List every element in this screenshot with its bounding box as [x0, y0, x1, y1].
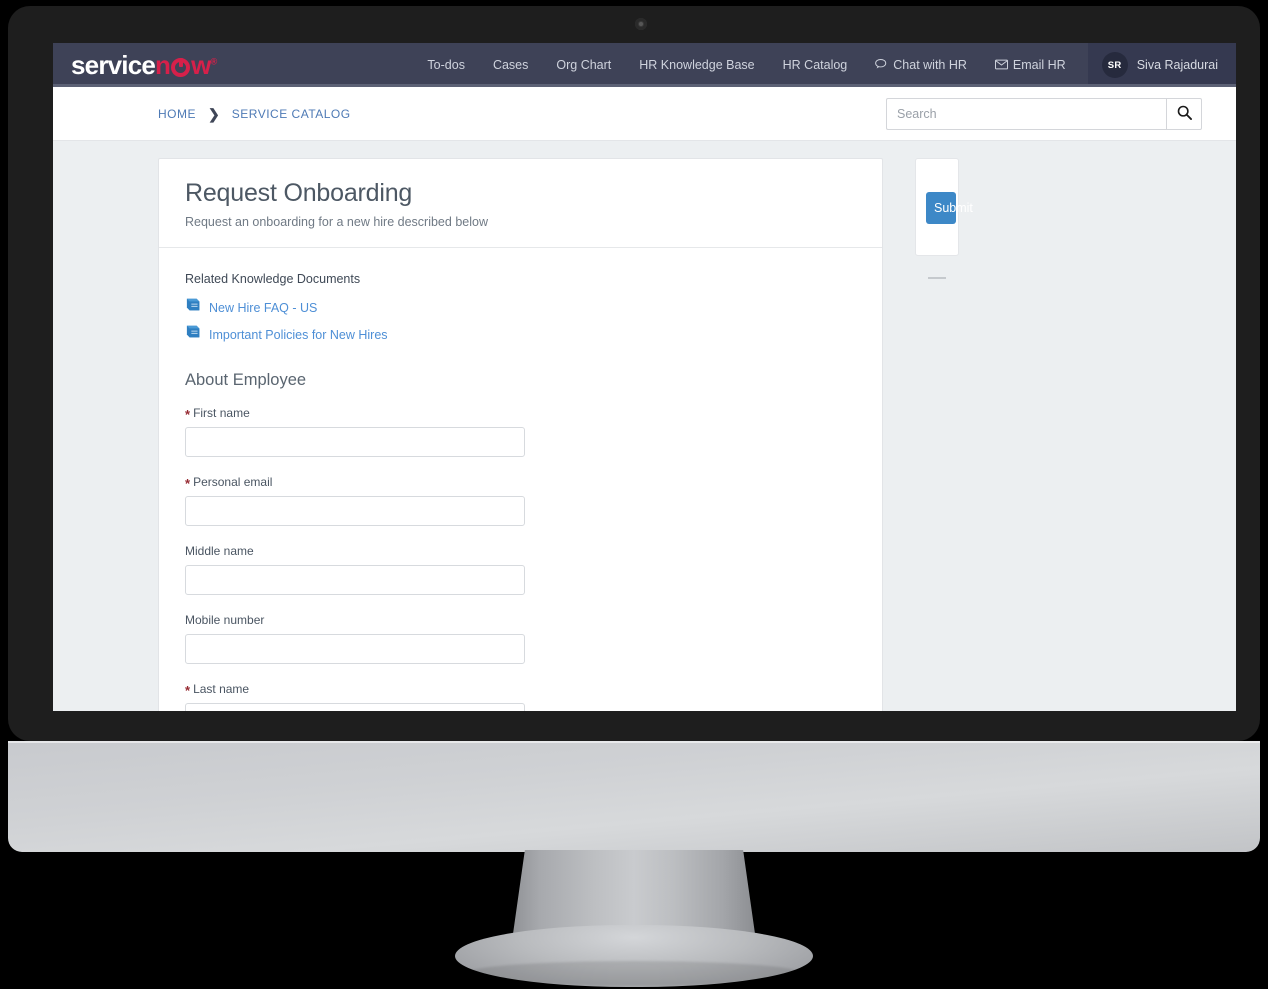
user-menu[interactable]: SR Siva Rajadurai	[1087, 43, 1236, 87]
form-sidebar: Submit	[915, 158, 973, 711]
field-first-name: * First name	[185, 406, 525, 457]
field-middle-name: Middle name	[185, 544, 525, 595]
logo-n-text: n	[155, 50, 171, 80]
mobile-number-input[interactable]	[185, 634, 525, 664]
chevron-right-icon: ❯	[208, 105, 220, 122]
first-name-input[interactable]	[185, 427, 525, 457]
app-header: servicen w® To-dos Cases Org Chart HR Kno…	[53, 43, 1236, 87]
nav-item-email-hr[interactable]: Email HR	[981, 43, 1080, 88]
field-label: * Last name	[185, 682, 525, 698]
trademark-symbol: ®	[210, 56, 218, 67]
logo-service-text: service	[71, 50, 156, 80]
nav-label: Org Chart	[556, 58, 612, 72]
main-navigation: To-dos Cases Org Chart HR Knowledge Base…	[413, 43, 1236, 87]
knowledge-link-label[interactable]: Important Policies for New Hires	[209, 328, 388, 342]
last-name-input[interactable]	[185, 703, 525, 711]
chat-bubble-icon	[875, 44, 888, 88]
middle-name-input[interactable]	[185, 565, 525, 595]
nav-label: Email HR	[1012, 57, 1066, 72]
field-mobile-number: Mobile number	[185, 613, 525, 664]
search-button[interactable]	[1166, 97, 1202, 130]
nav-label: HR Catalog	[782, 58, 848, 72]
envelope-icon	[994, 44, 1008, 88]
monitor-chin	[8, 741, 1260, 852]
monitor-stand-base	[455, 925, 813, 987]
required-marker: *	[185, 476, 191, 491]
knowledge-link-row[interactable]: New Hire FAQ - US	[185, 297, 856, 318]
required-marker: *	[185, 407, 191, 422]
form-header: Request Onboarding Request an onboarding…	[159, 159, 882, 248]
related-knowledge-heading: Related Knowledge Documents	[185, 272, 361, 286]
catalog-item-form: Request Onboarding Request an onboarding…	[158, 158, 883, 711]
search-icon	[1177, 105, 1192, 123]
nav-item-cases[interactable]: Cases	[479, 43, 542, 87]
monitor-bezel: servicen w® To-dos Cases Org Chart HR Kno…	[8, 6, 1260, 741]
page-subtitle: Request an onboarding for a new hire des…	[185, 215, 488, 229]
about-employee-fields: * First name * Personal email Middle name	[185, 406, 856, 711]
submit-button[interactable]: Submit	[926, 192, 973, 224]
label-text: Last name	[193, 682, 250, 696]
nav-label: To-dos	[427, 58, 465, 72]
page-content: Request Onboarding Request an onboarding…	[53, 141, 1236, 711]
section-title-about-employee: About Employee	[185, 371, 307, 389]
required-marker: *	[185, 683, 191, 698]
nav-label: HR Knowledge Base	[639, 58, 755, 72]
logo-w-text: w	[191, 50, 211, 80]
submit-panel: Submit	[915, 158, 973, 256]
label-text: Mobile number	[185, 613, 265, 627]
book-icon	[185, 324, 203, 345]
nav-item-hr-catalog[interactable]: HR Catalog	[769, 43, 862, 87]
nav-item-chat-with-hr[interactable]: Chat with HR	[861, 43, 981, 88]
breadcrumb: HOME ❯ SERVICE CATALOG	[158, 107, 351, 121]
field-last-name: * Last name	[185, 682, 525, 711]
label-text: First name	[193, 406, 250, 420]
power-symbol-icon	[171, 58, 191, 77]
page-title: Request Onboarding	[185, 179, 413, 207]
screen-viewport: servicen w® To-dos Cases Org Chart HR Kno…	[53, 43, 1236, 711]
sidebar-divider	[928, 277, 946, 279]
field-label: * First name	[185, 406, 525, 422]
knowledge-link-label[interactable]: New Hire FAQ - US	[209, 301, 317, 315]
form-body: Related Knowledge Documents New Hire FAQ…	[159, 248, 882, 711]
label-text: Personal email	[193, 475, 273, 489]
webcam-icon	[635, 18, 647, 30]
personal-email-input[interactable]	[185, 496, 525, 526]
knowledge-link-row[interactable]: Important Policies for New Hires	[185, 324, 856, 345]
label-text: Middle name	[185, 544, 254, 558]
breadcrumb-item-home[interactable]: HOME	[158, 107, 196, 121]
nav-label: Chat with HR	[893, 57, 967, 72]
nav-label: Cases	[492, 58, 529, 72]
field-personal-email: * Personal email	[185, 475, 525, 526]
nav-item-todos[interactable]: To-dos	[413, 43, 479, 87]
field-label: Mobile number	[185, 613, 525, 627]
nav-item-org-chart[interactable]: Org Chart	[542, 43, 625, 87]
book-icon	[185, 297, 203, 318]
user-name-label: Siva Rajadurai	[1136, 58, 1218, 72]
avatar: SR	[1101, 52, 1128, 78]
field-label: Middle name	[185, 544, 525, 558]
field-label: * Personal email	[185, 475, 525, 491]
search-input[interactable]	[886, 97, 1166, 130]
nav-item-hr-knowledge-base[interactable]: HR Knowledge Base	[625, 43, 768, 87]
servicenow-logo[interactable]: servicen w®	[71, 50, 218, 80]
search-bar	[886, 97, 1202, 130]
breadcrumb-item-service-catalog[interactable]: SERVICE CATALOG	[232, 107, 351, 121]
breadcrumb-bar: HOME ❯ SERVICE CATALOG	[53, 87, 1236, 141]
